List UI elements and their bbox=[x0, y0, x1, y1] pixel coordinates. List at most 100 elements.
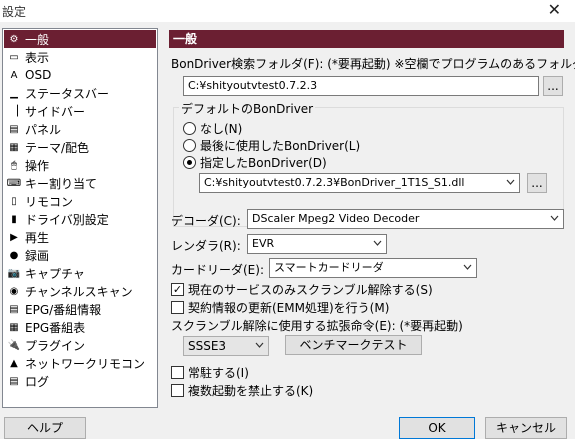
sidebar-item[interactable]: ▮ ドライバ別設定 bbox=[4, 210, 156, 228]
close-icon[interactable]: ✕ bbox=[548, 1, 561, 19]
checkbox-checked[interactable]: ✓ bbox=[171, 282, 184, 296]
sidebar-item[interactable]: ▶ 再生 bbox=[4, 228, 156, 246]
always-on-top-checkbox[interactable]: 常駐する(I) bbox=[171, 364, 249, 380]
sidebar-item[interactable]: ▯ リモコン bbox=[4, 192, 156, 210]
sidebar-item-label: サイドバー bbox=[25, 104, 86, 119]
renderer-select[interactable]: EVR bbox=[247, 234, 387, 254]
chevron-down-icon bbox=[255, 342, 264, 348]
decoder-label: デコーダ(C): bbox=[171, 214, 241, 228]
sidebar-item-label: キー割り当て bbox=[25, 176, 98, 191]
radio-specified[interactable]: 指定したBonDriver(D) bbox=[183, 154, 327, 170]
sidebar-icon: ▕ bbox=[10, 105, 18, 117]
osd-icon: A bbox=[10, 69, 18, 81]
sidebar-item[interactable]: ▦ EPG番組表 bbox=[4, 318, 156, 336]
sidebar-item[interactable]: ▤ EPG/番組情報 bbox=[4, 300, 156, 318]
sidebar-item-label: 再生 bbox=[25, 230, 50, 245]
bondriver-select-value: C:¥shityoutvtest0.7.2.3¥BonDriver_1T1S_S… bbox=[204, 176, 465, 189]
epg-icon: ▤ bbox=[9, 303, 19, 315]
default-bondriver-group-title: デフォルトのBonDriver bbox=[179, 100, 316, 117]
sidebar-item-label: テーマ/配色 bbox=[25, 140, 90, 155]
checkbox[interactable] bbox=[171, 383, 184, 397]
log-icon: ▤ bbox=[9, 375, 19, 387]
help-button[interactable]: ヘルプ bbox=[4, 417, 86, 439]
sidebar-item-label: EPG/番組情報 bbox=[25, 302, 102, 317]
sidebar-item-label: EPG番組表 bbox=[25, 320, 86, 335]
title-bar: 設定 ✕ bbox=[0, 0, 575, 22]
sidebar-item-label: チャンネルスキャン bbox=[25, 284, 133, 299]
play-icon: ▶ bbox=[10, 231, 18, 243]
bondriver-select[interactable]: C:¥shityoutvtest0.7.2.3¥BonDriver_1T1S_S… bbox=[199, 173, 520, 193]
bondriver-folder-label: BonDriver検索フォルダ(F): (*要再起動) ※空欄でプログラムのある… bbox=[171, 57, 575, 71]
sidebar-item[interactable]: 🖱 操作 bbox=[4, 156, 156, 174]
sidebar-item-label: ネットワークリモコン bbox=[25, 356, 146, 371]
cancel-button[interactable]: キャンセル bbox=[485, 417, 567, 439]
statusbar-icon: ▁ bbox=[10, 87, 18, 99]
extension-select[interactable]: SSSE3 bbox=[183, 336, 269, 356]
driver-icon: ▮ bbox=[11, 213, 17, 225]
sidebar-item[interactable]: ⚙ 一般 bbox=[4, 30, 156, 48]
decoder-select-value: DScaler Mpeg2 Video Decoder bbox=[252, 212, 420, 225]
decoder-select[interactable]: DScaler Mpeg2 Video Decoder bbox=[247, 209, 564, 229]
sidebar-item[interactable]: ▦ テーマ/配色 bbox=[4, 138, 156, 156]
browse-folder-button[interactable]: ... bbox=[543, 76, 563, 96]
sidebar-item[interactable]: 📷 キャプチャ bbox=[4, 264, 156, 282]
checkbox[interactable] bbox=[171, 300, 184, 314]
radio-last-used[interactable]: 最後に使用したBonDriver(L) bbox=[183, 137, 360, 153]
bondriver-folder-input[interactable]: C:¥shityoutvtest0.7.2.3 bbox=[183, 76, 539, 96]
display-icon: ▭ bbox=[9, 51, 19, 63]
card-reader-select[interactable]: スマートカードリーダ bbox=[269, 258, 477, 278]
sidebar-item[interactable]: ▁ ステータスバー bbox=[4, 84, 156, 102]
sidebar-item[interactable]: A OSD bbox=[4, 66, 156, 84]
epg-table-icon: ▦ bbox=[9, 321, 19, 333]
radio-button[interactable] bbox=[183, 121, 196, 135]
keyboard-icon: ⌨ bbox=[6, 177, 22, 189]
emm-update-label: 契約情報の更新(EMM処理)を行う(M) bbox=[188, 300, 390, 315]
card-reader-label: カードリーダ(E): bbox=[171, 263, 264, 277]
renderer-label: レンダラ(R): bbox=[171, 239, 241, 253]
sidebar-item-label: プラグイン bbox=[25, 338, 86, 353]
sidebar-item-label: ドライバ別設定 bbox=[25, 212, 109, 227]
radio-last-used-label: 最後に使用したBonDriver(L) bbox=[200, 138, 361, 153]
descramble-current-service-checkbox[interactable]: ✓ 現在のサービスのみスクランブル解除する(S) bbox=[171, 281, 433, 297]
prevent-multiple-instances-label: 複数起動を禁止する(K) bbox=[188, 383, 314, 398]
sidebar-item-label: 録画 bbox=[25, 248, 50, 263]
emm-update-checkbox[interactable]: 契約情報の更新(EMM処理)を行う(M) bbox=[171, 299, 389, 315]
always-on-top-label: 常駐する(I) bbox=[188, 365, 249, 380]
sidebar-item[interactable]: 🔌 プラグイン bbox=[4, 336, 156, 354]
extension-select-value: SSSE3 bbox=[188, 339, 227, 353]
browse-bondriver-button[interactable]: ... bbox=[527, 173, 547, 193]
sidebar-item-label: キャプチャ bbox=[25, 266, 85, 281]
radio-none-label: なし(N) bbox=[200, 121, 243, 136]
radio-button[interactable] bbox=[183, 138, 196, 152]
radio-none[interactable]: なし(N) bbox=[183, 120, 242, 136]
window-title: 設定 bbox=[2, 5, 27, 19]
sidebar-item[interactable]: ▕ サイドバー bbox=[4, 102, 156, 120]
sidebar-item[interactable]: ▭ 表示 bbox=[4, 48, 156, 66]
chevron-down-icon bbox=[550, 215, 559, 221]
sidebar-item-label: パネル bbox=[25, 122, 62, 137]
sidebar-item[interactable]: ◉ チャンネルスキャン bbox=[4, 282, 156, 300]
benchmark-button[interactable]: ベンチマークテスト bbox=[285, 335, 422, 355]
gear-icon: ⚙ bbox=[9, 33, 19, 45]
radio-button-selected[interactable] bbox=[183, 155, 196, 169]
network-icon: ▲ bbox=[10, 357, 18, 369]
sidebar-item[interactable]: ● 録画 bbox=[4, 246, 156, 264]
sidebar-item[interactable]: ⌨ キー割り当て bbox=[4, 174, 156, 192]
descramble-current-service-label: 現在のサービスのみスクランブル解除する(S) bbox=[188, 282, 433, 297]
prevent-multiple-instances-checkbox[interactable]: 複数起動を禁止する(K) bbox=[171, 382, 313, 398]
camera-icon: 📷 bbox=[7, 267, 21, 279]
sidebar-item[interactable]: ▤ パネル bbox=[4, 120, 156, 138]
sidebar-item-label: 操作 bbox=[25, 158, 50, 173]
sidebar-item[interactable]: ▲ ネットワークリモコン bbox=[4, 354, 156, 372]
extension-label: スクランブル解除に使用する拡張命令(E): (*要再起動) bbox=[171, 319, 463, 333]
settings-category-list[interactable]: ⚙ 一般 ▭ 表示 A OSD ▁ ステータスバー ▕ サイドバー ▤ パネル ▦ テーマ/配色 🖱 操作 ⌨ キ… bbox=[2, 28, 158, 408]
remote-icon: ▯ bbox=[11, 195, 17, 207]
renderer-select-value: EVR bbox=[252, 237, 275, 250]
sidebar-item[interactable]: ▤ ログ bbox=[4, 372, 156, 390]
ok-button[interactable]: OK bbox=[399, 417, 475, 439]
checkbox[interactable] bbox=[171, 365, 184, 379]
radio-specified-label: 指定したBonDriver(D) bbox=[200, 155, 327, 170]
chevron-down-icon bbox=[506, 179, 515, 185]
sidebar-item-label: OSD bbox=[25, 68, 52, 82]
record-icon: ● bbox=[9, 249, 19, 261]
